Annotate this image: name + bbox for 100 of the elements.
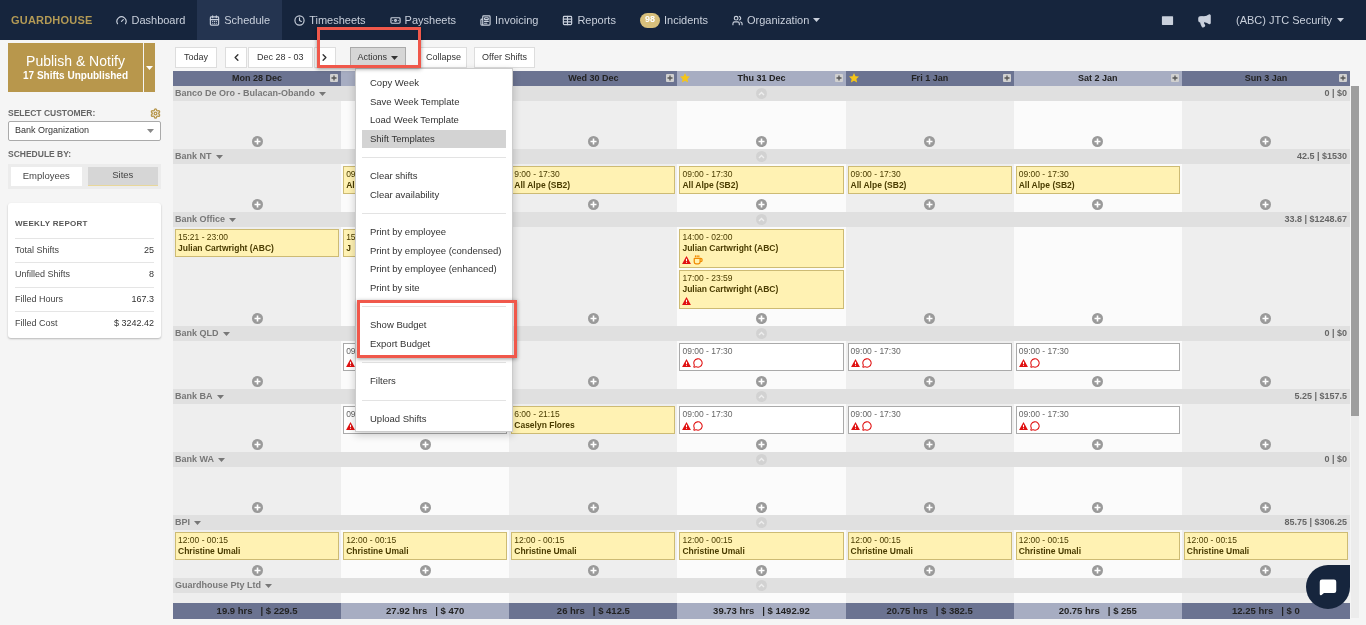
add-shift-icon[interactable] xyxy=(587,376,599,387)
menu-item[interactable]: Print by employee (condensed) xyxy=(362,241,506,260)
menu-item[interactable]: Export Budget xyxy=(362,334,506,353)
menu-item[interactable]: Save Week Template xyxy=(362,92,506,111)
add-icon[interactable] xyxy=(1339,74,1347,82)
shift-card[interactable]: 9:00 - 17:30 All Alpe (SB2) xyxy=(511,166,676,194)
settings-icon[interactable] xyxy=(150,107,161,119)
add-shift-icon[interactable] xyxy=(1260,439,1272,450)
nav-item[interactable]: Dashboard xyxy=(104,0,198,40)
add-shift-icon[interactable] xyxy=(924,313,936,324)
add-shift-icon[interactable] xyxy=(419,439,431,450)
add-shift-icon[interactable] xyxy=(924,502,936,513)
toggle-option[interactable]: Employees xyxy=(11,166,82,186)
add-shift-icon[interactable] xyxy=(587,199,599,210)
add-shift-icon[interactable] xyxy=(1092,199,1104,210)
nav-item[interactable]: Organization xyxy=(720,0,833,40)
add-shift-icon[interactable] xyxy=(251,502,263,513)
add-shift-icon[interactable] xyxy=(1260,136,1272,147)
unfilled-shift-card[interactable]: 09:00 - 17:30 xyxy=(847,343,1012,371)
add-shift-icon[interactable] xyxy=(1260,376,1272,387)
add-shift-icon[interactable] xyxy=(1260,565,1272,576)
add-shift-icon[interactable] xyxy=(756,376,767,387)
add-icon[interactable] xyxy=(834,74,843,82)
previous-week-button[interactable] xyxy=(225,47,248,68)
shift-card[interactable]: 15:21 - 23:00 Julian Cartwright (ABC) xyxy=(175,229,340,257)
logo[interactable]: GUARDHOUSE xyxy=(11,11,93,29)
site-name[interactable]: Bank Office xyxy=(175,212,225,227)
add-shift-icon[interactable] xyxy=(251,313,263,324)
nav-item[interactable]: Timesheets xyxy=(282,0,378,40)
site-name[interactable]: Guardhouse Pty Ltd xyxy=(175,578,261,593)
add-shift-icon[interactable] xyxy=(756,136,767,147)
shift-card[interactable]: 6:00 - 21:15 Caselyn Flores xyxy=(511,406,676,434)
add-shift-icon[interactable] xyxy=(756,502,767,513)
add-shift-icon[interactable] xyxy=(1260,313,1272,324)
add-shift-icon[interactable] xyxy=(251,376,263,387)
menu-item[interactable]: Clear availability xyxy=(362,185,506,204)
shift-card[interactable]: 12:00 - 00:15 Christine Umali xyxy=(175,532,340,560)
add-shift-icon[interactable] xyxy=(587,439,599,450)
nav-item[interactable]: Reports xyxy=(550,0,628,40)
menu-item[interactable]: Print by employee xyxy=(362,223,506,242)
shift-card[interactable]: 12:00 - 00:15 Christine Umali xyxy=(847,532,1012,560)
add-shift-icon[interactable] xyxy=(756,199,767,210)
menu-item[interactable]: Filters xyxy=(362,372,506,391)
offer-shifts-button[interactable]: Offer Shifts xyxy=(474,47,535,68)
unfilled-shift-card[interactable]: 09:00 - 17:30 xyxy=(1015,343,1180,371)
toggle-option[interactable]: Sites xyxy=(87,166,158,186)
menu-item[interactable]: Upload Shifts xyxy=(362,409,506,428)
add-shift-icon[interactable] xyxy=(1092,502,1104,513)
add-icon[interactable] xyxy=(1002,74,1011,82)
site-name[interactable]: Bank QLD xyxy=(175,326,219,341)
add-icon[interactable] xyxy=(1170,74,1179,82)
shift-card[interactable]: 12:00 - 00:15 Christine Umali xyxy=(1183,532,1348,560)
shift-card[interactable]: 09:00 - 17:30 All Alpe (SB2) xyxy=(1015,166,1180,194)
shift-card[interactable]: 14:00 - 02:00 Julian Cartwright (ABC) xyxy=(679,229,844,268)
shift-card[interactable]: 12:00 - 00:15 Christine Umali xyxy=(1015,532,1180,560)
add-shift-icon[interactable] xyxy=(1092,376,1104,387)
add-shift-icon[interactable] xyxy=(1092,313,1104,324)
add-shift-icon[interactable] xyxy=(251,199,263,210)
menu-item[interactable]: Print by employee (enhanced) xyxy=(362,260,506,279)
site-name[interactable]: Bank BA xyxy=(175,389,213,404)
unfilled-shift-card[interactable]: 09:00 - 17:30 xyxy=(679,406,844,434)
shift-card[interactable]: 12:00 - 00:15 Christine Umali xyxy=(511,532,676,560)
add-shift-icon[interactable] xyxy=(1092,136,1104,147)
collapse-button[interactable]: Collapse xyxy=(420,47,468,68)
add-shift-icon[interactable] xyxy=(924,199,936,210)
add-shift-icon[interactable] xyxy=(251,136,263,147)
add-shift-icon[interactable] xyxy=(756,565,767,576)
shift-card[interactable]: 09:00 - 17:30 All Alpe (SB2) xyxy=(679,166,844,194)
site-name[interactable]: BPI xyxy=(175,515,190,530)
add-shift-icon[interactable] xyxy=(924,136,936,147)
add-shift-icon[interactable] xyxy=(587,136,599,147)
shift-card[interactable]: 12:00 - 00:15 Christine Umali xyxy=(679,532,844,560)
shift-card[interactable]: 09:00 - 17:30 All Alpe (SB2) xyxy=(847,166,1012,194)
unfilled-shift-card[interactable]: 09:00 - 17:30 xyxy=(679,343,844,371)
add-shift-icon[interactable] xyxy=(1260,199,1272,210)
customer-select[interactable]: Bank Organization xyxy=(8,120,161,141)
site-name[interactable]: Bank WA xyxy=(175,452,214,467)
megaphone-icon[interactable] xyxy=(1197,12,1213,28)
menu-item[interactable]: Show Budget xyxy=(362,316,506,335)
shift-card[interactable]: 17:00 - 23:59 Julian Cartwright (ABC) xyxy=(679,270,844,309)
add-shift-icon[interactable] xyxy=(756,313,767,324)
add-shift-icon[interactable] xyxy=(1260,502,1272,513)
add-shift-icon[interactable] xyxy=(924,376,936,387)
add-icon[interactable] xyxy=(330,74,339,82)
today-button[interactable]: Today xyxy=(175,47,218,68)
add-shift-icon[interactable] xyxy=(587,313,599,324)
account-menu[interactable]: (ABC) JTC Security xyxy=(1236,11,1344,29)
shift-card[interactable]: 12:00 - 00:15 Christine Umali xyxy=(343,532,508,560)
add-shift-icon[interactable] xyxy=(1092,565,1104,576)
unfilled-shift-card[interactable]: 09:00 - 17:30 xyxy=(847,406,1012,434)
unfilled-shift-card[interactable]: 09:00 - 17:30 xyxy=(1015,406,1180,434)
add-shift-icon[interactable] xyxy=(251,565,263,576)
add-shift-icon[interactable] xyxy=(251,439,263,450)
scrollbar[interactable] xyxy=(1351,86,1359,618)
add-shift-icon[interactable] xyxy=(419,502,431,513)
menu-item[interactable]: Print by site xyxy=(362,278,506,297)
add-icon[interactable] xyxy=(666,74,675,82)
menu-item[interactable]: Shift Templates xyxy=(362,129,506,148)
menu-item[interactable]: Load Week Template xyxy=(362,111,506,130)
add-shift-icon[interactable] xyxy=(756,439,767,450)
